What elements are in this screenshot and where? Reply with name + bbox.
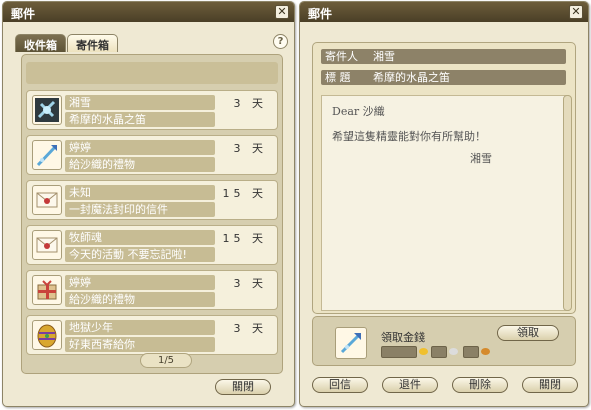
window-title: 郵件: [11, 7, 36, 21]
mail-subject: 一封魔法封印的信件: [65, 202, 215, 217]
mail-subject: 好東西寄給你: [65, 337, 215, 352]
list-item[interactable]: 婷婷 給沙織的禮物 3 天: [26, 135, 278, 175]
close-icon[interactable]: ✕: [275, 5, 289, 19]
subject-row: 標 題 希摩的水晶之笛: [321, 70, 566, 85]
mail-sender: 地獄少年: [65, 320, 215, 335]
silver-coin-slot: [431, 346, 447, 358]
detail-titlebar[interactable]: 郵件: [300, 2, 588, 22]
mailbox-tabs: 收件箱 寄件箱: [15, 34, 119, 52]
gold-coin-slot: [381, 346, 417, 358]
scrollbar[interactable]: [563, 95, 572, 311]
attachment-panel: 領取金錢 領取: [312, 316, 576, 366]
sealed-letter-icon: [32, 230, 62, 260]
close-button[interactable]: 關閉: [215, 379, 271, 395]
sender-value: 湘雪: [373, 50, 395, 63]
mail-sender: 婷婷: [65, 275, 215, 290]
close-button[interactable]: 關閉: [522, 377, 578, 393]
mail-days: 3 天: [233, 142, 267, 155]
delete-button[interactable]: 刪除: [452, 377, 508, 393]
body-text: 希望這隻精靈能對你有所幫助！: [332, 130, 486, 143]
mail-days: 15 天: [222, 232, 267, 245]
list-item[interactable]: 婷婷 給沙織的禮物 3 天: [26, 270, 278, 310]
tab-outbox[interactable]: 寄件箱: [67, 34, 118, 52]
reply-button[interactable]: 回信: [312, 377, 368, 393]
mail-days: 3 天: [233, 97, 267, 110]
mail-body: Dear 沙織 希望這隻精靈能對你有所幫助！ 湘雪: [321, 95, 569, 311]
help-icon[interactable]: ?: [273, 34, 288, 49]
tab-inbox[interactable]: 收件箱: [15, 34, 66, 52]
silver-coin-icon: [449, 348, 458, 355]
list-item[interactable]: 未知 一封魔法封印的信件 15 天: [26, 180, 278, 220]
easter-egg-icon: [32, 320, 62, 350]
mail-subject: 給沙織的禮物: [65, 157, 215, 172]
sender-label: 寄件人: [325, 50, 358, 63]
sender-row: 寄件人 湘雪: [321, 49, 566, 64]
mail-subject: 希摩的水晶之笛: [65, 112, 215, 127]
mail-days: 3 天: [233, 277, 267, 290]
mail-subject: 給沙織的禮物: [65, 292, 215, 307]
gift-box-icon: [32, 275, 62, 305]
list-item[interactable]: 湘雪 希摩的水晶之笛 3 天: [26, 90, 278, 130]
page-indicator: 1/5: [140, 353, 192, 368]
list-item[interactable]: 牧師魂 今天的活動 不要忘記啦! 15 天: [26, 225, 278, 265]
mail-detail-window: 郵件 ✕ 寄件人 湘雪 標 題希摩的水晶之笛 Dear 沙織 希望這隻精靈能對你有…: [299, 1, 589, 407]
gold-coin-icon: [419, 348, 428, 355]
mail-subject: 今天的活動 不要忘記啦!: [65, 247, 215, 262]
body-greeting: Dear 沙織: [332, 105, 385, 118]
return-mail-button[interactable]: 退件: [382, 377, 438, 393]
mail-sender: 牧師魂: [65, 230, 215, 245]
body-signature: 湘雪: [470, 152, 492, 165]
mail-sender: 婷婷: [65, 140, 215, 155]
list-item[interactable]: 地獄少年 好東西寄給你 3 天: [26, 315, 278, 355]
mail-sender: 湘雪: [65, 95, 215, 110]
subject-value: 希摩的水晶之笛: [373, 71, 450, 84]
attachment-item-icon[interactable]: [335, 327, 367, 359]
window-title: 郵件: [308, 7, 333, 21]
close-icon[interactable]: ✕: [569, 5, 583, 19]
sealed-letter-icon: [32, 185, 62, 215]
attachment-label: 領取金錢: [381, 331, 425, 344]
subject-label: 標 題: [325, 71, 351, 84]
mail-sender: 未知: [65, 185, 215, 200]
copper-coin-slot: [463, 346, 479, 358]
copper-coin-icon: [481, 348, 490, 355]
mailbox-window: 郵件 ✕ 收件箱 寄件箱 ? 湘雪 希摩的水晶之笛 3 天 婷婷 給沙織的禮物 …: [2, 1, 295, 407]
receive-button[interactable]: 領取: [497, 325, 559, 341]
staff-item-icon: [32, 140, 62, 170]
crystal-flute-icon: [32, 95, 62, 125]
mail-days: 15 天: [222, 187, 267, 200]
mail-days: 3 天: [233, 322, 267, 335]
mailbox-titlebar[interactable]: 郵件: [3, 2, 294, 22]
mail-list: 湘雪 希摩的水晶之笛 3 天 婷婷 給沙織的禮物 3 天 未知 一封魔法封印的信…: [21, 54, 283, 374]
mail-detail-panel: 寄件人 湘雪 標 題希摩的水晶之笛 Dear 沙織 希望這隻精靈能對你有所幫助！ …: [312, 42, 576, 314]
list-header-bar: [26, 62, 278, 84]
